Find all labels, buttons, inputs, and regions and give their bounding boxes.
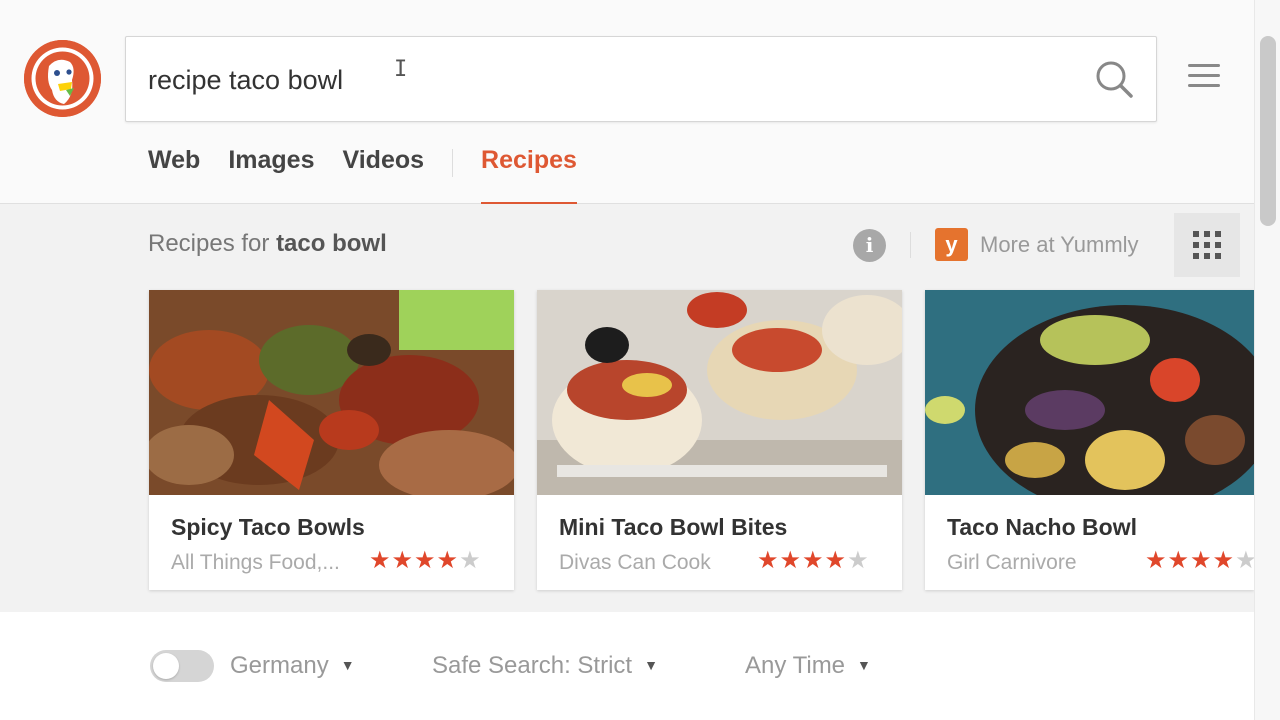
recipe-image bbox=[149, 290, 514, 495]
divider bbox=[910, 232, 911, 258]
star-icon: ★ bbox=[824, 547, 848, 574]
caret-down-icon: ▼ bbox=[340, 657, 355, 673]
recipe-title: Mini Taco Bowl Bites bbox=[559, 514, 788, 540]
star-icon: ★ bbox=[779, 547, 803, 574]
tab-images[interactable]: Images bbox=[228, 146, 314, 204]
info-icon[interactable]: i bbox=[853, 229, 886, 262]
results-prefix: Recipes for bbox=[148, 230, 270, 257]
time-label: Any Time bbox=[745, 652, 846, 679]
star-icon: ★ bbox=[436, 547, 460, 574]
star-icon: ★ bbox=[391, 547, 415, 574]
recipe-source: Girl Carnivore bbox=[947, 551, 1077, 574]
star-icon: ★ bbox=[1167, 547, 1191, 574]
star-icon: ★ bbox=[1235, 547, 1254, 574]
region-toggle[interactable] bbox=[150, 650, 214, 682]
search-box[interactable]: I bbox=[125, 36, 1157, 122]
star-icon: ★ bbox=[847, 547, 870, 574]
recipe-card[interactable]: Mini Taco Bowl Bites Divas Can Cook ★★★★… bbox=[537, 290, 902, 590]
caret-down-icon: ▼ bbox=[644, 657, 658, 673]
star-icon: ★ bbox=[802, 547, 825, 574]
time-dropdown[interactable]: Any Time ▼ bbox=[745, 652, 871, 680]
region-label: Germany bbox=[230, 652, 329, 679]
search-tabs: Web Images Videos Recipes bbox=[148, 146, 605, 204]
recipe-card[interactable]: Taco Nacho Bowl Girl Carnivore ★★★★★ bbox=[925, 290, 1254, 590]
recipe-rating: ★★★★★ bbox=[1145, 546, 1254, 575]
star-icon: ★ bbox=[1212, 547, 1236, 574]
search-input[interactable] bbox=[148, 61, 1048, 99]
header: I Web Images Videos Recipes bbox=[0, 0, 1254, 204]
more-at-yummly-link[interactable]: More at Yummly bbox=[980, 232, 1139, 258]
recipe-source: All Things Food,... bbox=[171, 551, 340, 574]
recipe-title: Spicy Taco Bowls bbox=[171, 514, 365, 540]
scrollbar-thumb[interactable] bbox=[1260, 36, 1276, 226]
recipe-card[interactable]: Spicy Taco Bowls All Things Food,... ★★★… bbox=[149, 290, 514, 590]
yummly-logo[interactable]: y bbox=[935, 228, 968, 261]
caret-down-icon: ▼ bbox=[857, 657, 871, 673]
star-icon: ★ bbox=[757, 547, 780, 574]
results-heading: Recipes for taco bowl bbox=[148, 230, 387, 258]
safe-search-dropdown[interactable]: Safe Search: Strict ▼ bbox=[432, 652, 658, 680]
recipe-image bbox=[925, 290, 1254, 495]
star-icon: ★ bbox=[369, 547, 392, 574]
region-dropdown[interactable]: Germany ▼ bbox=[230, 652, 355, 680]
recipe-source: Divas Can Cook bbox=[559, 551, 711, 574]
text-cursor: I bbox=[394, 57, 408, 82]
results-query: taco bowl bbox=[276, 230, 387, 257]
search-icon[interactable] bbox=[1094, 59, 1136, 101]
tab-recipes[interactable]: Recipes bbox=[481, 146, 577, 204]
star-icon: ★ bbox=[414, 547, 437, 574]
tab-videos[interactable]: Videos bbox=[343, 146, 425, 204]
hamburger-menu-icon[interactable] bbox=[1188, 64, 1224, 96]
safe-search-label: Safe Search: Strict bbox=[432, 652, 633, 679]
grid-view-icon[interactable] bbox=[1174, 213, 1240, 277]
star-icon: ★ bbox=[1145, 547, 1168, 574]
recipe-rating: ★★★★★ bbox=[757, 546, 870, 575]
tab-web[interactable]: Web bbox=[148, 146, 200, 204]
star-icon: ★ bbox=[459, 547, 482, 574]
duckduckgo-logo[interactable] bbox=[24, 40, 101, 117]
star-icon: ★ bbox=[1190, 547, 1213, 574]
recipe-title: Taco Nacho Bowl bbox=[947, 514, 1137, 540]
scrollbar[interactable] bbox=[1254, 0, 1280, 720]
tab-divider bbox=[452, 149, 454, 177]
recipe-image bbox=[537, 290, 902, 495]
recipe-rating: ★★★★★ bbox=[369, 546, 482, 575]
